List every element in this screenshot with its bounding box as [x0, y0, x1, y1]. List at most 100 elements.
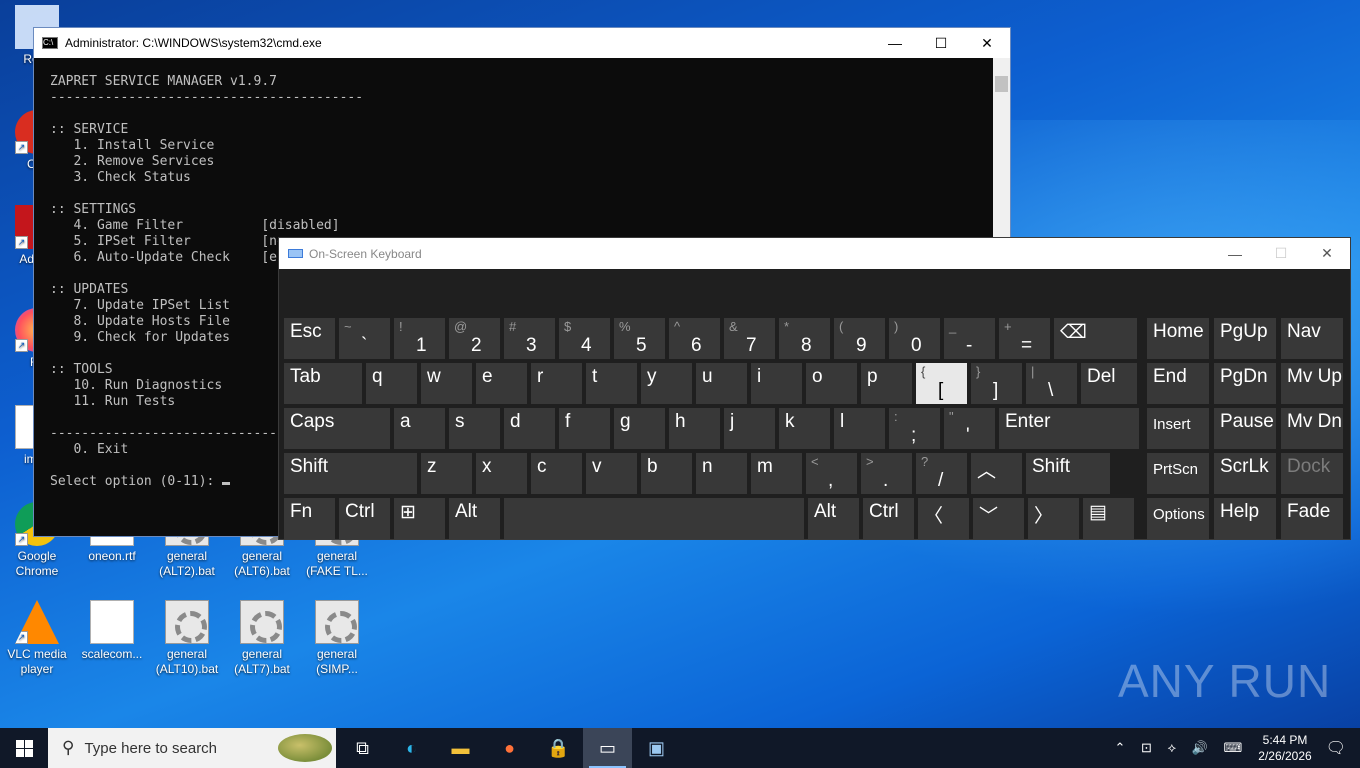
nav-key[interactable]: Nav [1281, 318, 1343, 359]
notification-icon[interactable]: 🗨 [1326, 738, 1346, 758]
nav-key[interactable]: Options [1147, 498, 1209, 539]
close-button[interactable]: ✕ [964, 28, 1010, 58]
nav-key[interactable]: Fade [1281, 498, 1343, 539]
key[interactable]: n [696, 453, 747, 494]
nav-key[interactable]: PgUp [1214, 318, 1276, 359]
key[interactable]: }] [971, 363, 1022, 404]
key[interactable]: ▤ [1083, 498, 1134, 539]
nav-key[interactable]: Help [1214, 498, 1276, 539]
on-screen-keyboard-window[interactable]: On-Screen Keyboard — ☐ ✕ Esc ~ `! 1 @2 #3 $4% 5… [278, 237, 1351, 540]
scrollbar-thumb[interactable] [995, 76, 1008, 92]
key[interactable]: b [641, 453, 692, 494]
key[interactable]: Caps [284, 408, 390, 449]
key[interactable]: " ' [944, 408, 995, 449]
key[interactable]: :; [889, 408, 940, 449]
osk-maximize-button[interactable]: ☐ [1258, 238, 1304, 269]
key[interactable]: (9 [834, 318, 885, 359]
key[interactable]: ^ 6 [669, 318, 720, 359]
nav-key[interactable]: PgDn [1214, 363, 1276, 404]
key[interactable]: #3 [504, 318, 555, 359]
key[interactable]: j [724, 408, 775, 449]
key[interactable]: z [421, 453, 472, 494]
key[interactable]: i [751, 363, 802, 404]
key[interactable]: Esc [284, 318, 335, 359]
desktop-icon[interactable]: ↗ VLC media player [0, 600, 74, 677]
key[interactable]: <, [806, 453, 857, 494]
osk-minimize-button[interactable]: — [1212, 238, 1258, 269]
key[interactable]: o [806, 363, 857, 404]
osk-close-button[interactable]: ✕ [1304, 238, 1350, 269]
key[interactable]: f [559, 408, 610, 449]
nav-key[interactable]: End [1147, 363, 1209, 404]
key[interactable]: % 5 [614, 318, 665, 359]
key[interactable]: {[ [916, 363, 967, 404]
cmd-title-bar[interactable]: C:\ Administrator: C:\WINDOWS\system32\c… [34, 28, 1010, 58]
key[interactable]: Shift [1026, 453, 1110, 494]
key[interactable]: q [366, 363, 417, 404]
desktop-icon[interactable]: scalecom... [75, 600, 149, 662]
key[interactable]: a [394, 408, 445, 449]
key[interactable]: p [861, 363, 912, 404]
key[interactable]: ﹀ [973, 498, 1024, 539]
key[interactable] [504, 498, 804, 539]
key[interactable]: ⌫ [1054, 318, 1137, 359]
minimize-button[interactable]: — [872, 28, 918, 58]
key[interactable]: ) 0 [889, 318, 940, 359]
nav-key[interactable]: Pause [1214, 408, 1276, 449]
start-button[interactable] [0, 728, 48, 768]
network-app-icon[interactable]: ▣ [632, 728, 681, 768]
nav-key[interactable]: Mv Dn [1281, 408, 1343, 449]
key[interactable]: $4 [559, 318, 610, 359]
key[interactable]: g [614, 408, 665, 449]
key[interactable]: w [421, 363, 472, 404]
key[interactable]: Alt [449, 498, 500, 539]
tray-icons[interactable]: ⌃ ⊡ ⟡ 🔊 ⌨ [1115, 740, 1249, 756]
nav-key[interactable]: Dock [1281, 453, 1343, 494]
key[interactable]: | \ [1026, 363, 1077, 404]
key[interactable]: e [476, 363, 527, 404]
key[interactable]: v [586, 453, 637, 494]
key[interactable]: Fn [284, 498, 335, 539]
maximize-button[interactable]: ☐ [918, 28, 964, 58]
key[interactable]: ! 1 [394, 318, 445, 359]
nav-key[interactable]: ScrLk [1214, 453, 1276, 494]
key[interactable]: u [696, 363, 747, 404]
key[interactable]: Del [1081, 363, 1137, 404]
key[interactable]: ~ ` [339, 318, 390, 359]
key[interactable]: r [531, 363, 582, 404]
key[interactable]: >. [861, 453, 912, 494]
key[interactable]: d [504, 408, 555, 449]
key[interactable]: ? / [916, 453, 967, 494]
key[interactable]: Ctrl [339, 498, 390, 539]
key[interactable]: + = [999, 318, 1050, 359]
key[interactable]: m [751, 453, 802, 494]
key[interactable]: k [779, 408, 830, 449]
key[interactable]: ⊞ [394, 498, 445, 539]
file-explorer-icon[interactable]: ▬ [436, 728, 485, 768]
key[interactable]: Enter [999, 408, 1139, 449]
key[interactable]: t [586, 363, 637, 404]
nav-key[interactable]: PrtScn [1147, 453, 1209, 494]
nav-key[interactable]: Mv Up [1281, 363, 1343, 404]
key[interactable]: s [449, 408, 500, 449]
cmd-icon[interactable]: ▭ [583, 728, 632, 768]
key[interactable]: _ - [944, 318, 995, 359]
firefox-icon[interactable]: ● [485, 728, 534, 768]
key[interactable]: l [834, 408, 885, 449]
desktop-icon[interactable]: general (ALT10).bat [150, 600, 224, 677]
key[interactable]: * 8 [779, 318, 830, 359]
desktop-icon[interactable]: general (ALT7).bat [225, 600, 299, 677]
key[interactable]: ︿ [971, 453, 1022, 494]
key[interactable]: Ctrl [863, 498, 914, 539]
key[interactable]: x [476, 453, 527, 494]
taskbar-search-box[interactable]: ⚲ Type here to search [48, 728, 336, 768]
key[interactable]: Shift [284, 453, 417, 494]
osk-title-bar[interactable]: On-Screen Keyboard — ☐ ✕ [279, 238, 1350, 269]
edge-icon[interactable]: ◐ [387, 728, 436, 768]
desktop-icon[interactable]: general (SIMP... [300, 600, 374, 677]
key[interactable]: Alt [808, 498, 859, 539]
nav-key[interactable]: Insert [1147, 408, 1209, 449]
key[interactable]: 〉 [1028, 498, 1079, 539]
nav-key[interactable]: Home [1147, 318, 1209, 359]
key[interactable]: Tab [284, 363, 362, 404]
